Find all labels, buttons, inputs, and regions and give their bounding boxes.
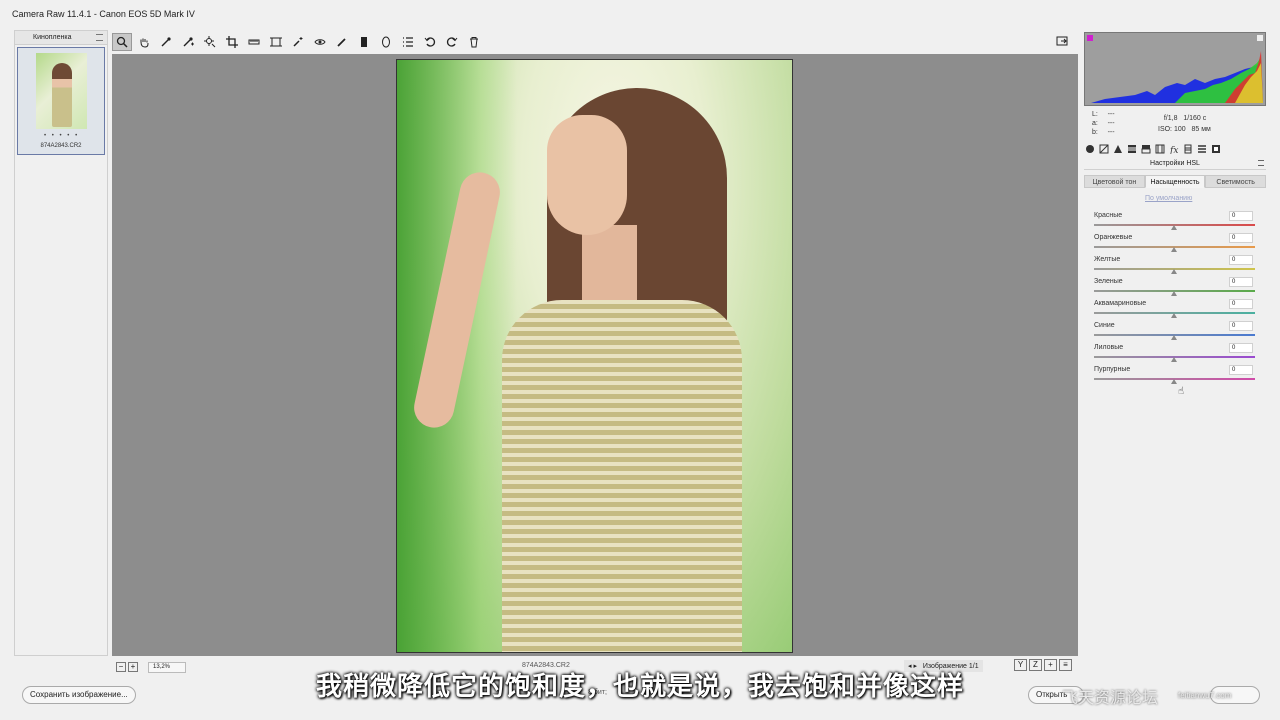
toolbar: [112, 32, 1080, 52]
slider-thumb[interactable]: [1171, 335, 1177, 340]
slider-thumb[interactable]: [1171, 357, 1177, 362]
slider-label: Пурпурные: [1094, 366, 1131, 373]
filmstrip-thumbnail[interactable]: • • • • • 874A2843.CR2: [17, 47, 105, 155]
target-adjust-icon[interactable]: [200, 33, 220, 51]
slider-row: Лиловые 0: [1092, 342, 1257, 364]
calibration-icon[interactable]: [1182, 143, 1194, 155]
filmstrip-panel: Кинопленка • • • • • 874A2843.CR2: [14, 30, 108, 656]
rotate-ccw-icon[interactable]: [420, 33, 440, 51]
slider-thumb[interactable]: [1171, 225, 1177, 230]
hsl-icon[interactable]: [1126, 143, 1138, 155]
detail-icon[interactable]: [1112, 143, 1124, 155]
slider-value-field[interactable]: 0: [1229, 255, 1253, 265]
default-link[interactable]: По умолчанию: [1145, 195, 1192, 202]
aperture-value: f/1,8: [1163, 115, 1178, 122]
slider-row: Зеленые 0: [1092, 276, 1257, 298]
tone-curve-icon[interactable]: [1098, 143, 1110, 155]
preview-photo[interactable]: [396, 59, 793, 653]
thumbnail-image: [36, 53, 87, 129]
slider-row: Синие 0: [1092, 320, 1257, 342]
slider-value-field[interactable]: 0: [1229, 343, 1253, 353]
slider-value-field[interactable]: 0: [1229, 365, 1253, 375]
fullscreen-icon[interactable]: [1052, 32, 1072, 50]
snapshots-icon[interactable]: [1210, 143, 1222, 155]
slider-label: Желтые: [1094, 256, 1121, 263]
panel-tab-icons: fx: [1084, 142, 1266, 156]
svg-text:fx: fx: [1169, 146, 1178, 154]
filmstrip-title: Кинопленка: [33, 34, 72, 41]
slider-row: Аквамариновые 0 ☝: [1092, 298, 1257, 397]
slider-label: Синие: [1094, 322, 1115, 329]
window-title: Camera Raw 11.4.1 - Canon EOS 5D Mark IV: [0, 0, 1280, 28]
slider-value-field[interactable]: 0: [1229, 321, 1253, 331]
rotate-cw-icon[interactable]: [442, 33, 462, 51]
color-sampler-icon[interactable]: [178, 33, 198, 51]
panel-menu-icon[interactable]: [1258, 160, 1264, 166]
slider-label: Аквамариновые: [1094, 300, 1147, 307]
slider-value-field[interactable]: 0: [1229, 233, 1253, 243]
slider-thumb[interactable]: [1171, 247, 1177, 252]
info-readout: L: --- a: --- b: --- f/1,8 1/160 с ISO: …: [1092, 111, 1211, 136]
radial-filter-icon[interactable]: [376, 33, 396, 51]
slider-value-field[interactable]: 0: [1229, 277, 1253, 287]
slider-row: Красные 0: [1092, 210, 1257, 232]
slider-label: Зеленые: [1094, 278, 1123, 285]
trash-icon[interactable]: [464, 33, 484, 51]
slider-label: Красные: [1094, 212, 1123, 219]
split-toning-icon[interactable]: [1140, 143, 1152, 155]
hand-cursor-icon: ☝: [1178, 386, 1185, 397]
tab-saturation[interactable]: Насыщенность: [1144, 175, 1206, 188]
basic-panel-icon[interactable]: [1084, 143, 1096, 155]
presets-icon[interactable]: [1196, 143, 1208, 155]
list-icon[interactable]: [398, 33, 418, 51]
slider-thumb[interactable]: [1171, 313, 1177, 318]
transform-icon[interactable]: [266, 33, 286, 51]
slider-label: Оранжевые: [1094, 234, 1133, 241]
slider-thumb[interactable]: [1171, 379, 1177, 384]
slider-value-field[interactable]: 0: [1229, 299, 1253, 309]
hand-icon[interactable]: [134, 33, 154, 51]
preview-canvas[interactable]: [112, 54, 1078, 656]
slider-row: Желтые 0: [1092, 254, 1257, 276]
red-eye-icon[interactable]: [310, 33, 330, 51]
adjustments-panel: L: --- a: --- b: --- f/1,8 1/160 с ISO: …: [1082, 30, 1268, 658]
zoom-icon[interactable]: [112, 33, 132, 51]
crop-icon[interactable]: [222, 33, 242, 51]
slider-thumb[interactable]: [1171, 291, 1177, 296]
graduated-filter-icon[interactable]: [354, 33, 374, 51]
straighten-icon[interactable]: [244, 33, 264, 51]
shutter-value: 1/160 с: [1183, 115, 1207, 122]
watermark-logo: 飞天资源论坛: [1062, 688, 1159, 707]
brush-icon[interactable]: [332, 33, 352, 51]
spot-removal-icon[interactable]: [288, 33, 308, 51]
panel-title: Настройки HSL: [1150, 160, 1200, 167]
saturation-sliders: Красные 0 Оранжевые 0 Желтые 0 Зеленые 0 Акв…: [1092, 210, 1257, 397]
effects-icon[interactable]: fx: [1168, 143, 1180, 155]
slider-value-field[interactable]: 0: [1229, 211, 1253, 221]
slider-row: Оранжевые 0: [1092, 232, 1257, 254]
slider-thumb[interactable]: [1171, 269, 1177, 274]
slider-row: Пурпурные 0: [1092, 364, 1257, 386]
tab-luminance[interactable]: Светимость: [1205, 175, 1267, 188]
tab-hue[interactable]: Цветовой тон: [1084, 175, 1145, 188]
white-balance-icon[interactable]: [156, 33, 176, 51]
histogram: [1084, 32, 1266, 106]
focal-value: 85 мм: [1191, 126, 1211, 133]
watermark-url: feitianwu7.com: [1178, 691, 1232, 700]
thumbnail-filename: 874A2843.CR2: [40, 143, 82, 149]
iso-value: ISO: 100: [1158, 126, 1186, 133]
rating-stars[interactable]: • • • • •: [44, 133, 79, 139]
lens-corrections-icon[interactable]: [1154, 143, 1166, 155]
slider-label: Лиловые: [1094, 344, 1124, 351]
filmstrip-menu-icon[interactable]: [96, 34, 103, 41]
hsl-tabs: Цветовой тон Насыщенность Светимость: [1084, 175, 1267, 188]
